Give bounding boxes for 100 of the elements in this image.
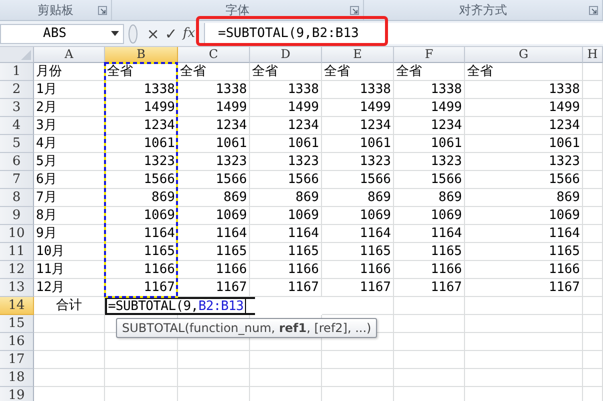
- ribbon-group-label: 对齐方式: [459, 2, 507, 18]
- dropdown-caret-icon[interactable]: [111, 31, 119, 36]
- table-cell: 1323: [144, 154, 175, 169]
- empty-cell: [322, 351, 394, 369]
- empty-cell: [583, 369, 603, 387]
- table-cell: 1323: [360, 154, 391, 169]
- row-header[interactable]: 19: [0, 387, 34, 401]
- row-header[interactable]: 13: [0, 279, 34, 297]
- column-header[interactable]: D: [250, 47, 322, 63]
- row-header[interactable]: 16: [0, 333, 34, 351]
- table-cell: 全省: [324, 64, 350, 79]
- table-cell: 全省: [180, 64, 206, 79]
- table-cell: 869: [296, 190, 319, 205]
- table-cell: 1323: [216, 154, 247, 169]
- formula-input-field[interactable]: =SUBTOTAL(9,B2:B13: [204, 23, 603, 44]
- table-cell: 1165: [216, 244, 247, 259]
- formula-bar-button[interactable]: ×: [144, 24, 162, 42]
- row-header[interactable]: 8: [0, 189, 34, 207]
- table-cell: 全省: [467, 64, 493, 79]
- column-header[interactable]: C: [178, 47, 250, 63]
- dialog-launcher-icon[interactable]: [350, 6, 359, 15]
- table-cell: 1164: [288, 226, 319, 241]
- column-header[interactable]: A: [34, 47, 105, 63]
- table-cell: 1069: [144, 208, 175, 223]
- table-cell: 1338: [548, 82, 580, 97]
- empty-cell: [583, 297, 603, 315]
- row-header[interactable]: 6: [0, 153, 34, 171]
- column-header[interactable]: E: [322, 47, 394, 63]
- resize-grip-icon[interactable]: [128, 24, 138, 44]
- empty-cell: [583, 333, 603, 351]
- table-cell: 869: [556, 190, 580, 205]
- table-cell: 1069: [216, 208, 247, 223]
- table-cell: 1061: [430, 136, 462, 151]
- row-header[interactable]: 11: [0, 243, 34, 261]
- table-cell: 1566: [288, 172, 319, 187]
- table-cell: 1338: [360, 82, 391, 97]
- table-cell: 1166: [430, 262, 462, 277]
- table-cell: 1166: [288, 262, 319, 277]
- table-cell: 1069: [548, 208, 580, 223]
- row-header[interactable]: 1: [0, 63, 34, 81]
- table-cell: 1165: [144, 244, 175, 259]
- empty-cell: [178, 369, 250, 387]
- table-cell: 8月: [36, 208, 57, 223]
- row-header[interactable]: 18: [0, 369, 34, 387]
- formula-bar-button[interactable]: fx: [180, 26, 198, 41]
- row-header[interactable]: 10: [0, 225, 34, 243]
- table-cell: 月份: [36, 64, 62, 79]
- table-cell: 1164: [144, 226, 175, 241]
- table-cell: 869: [224, 190, 247, 205]
- row-header[interactable]: 15: [0, 315, 34, 333]
- table-cell: 1164: [548, 226, 580, 241]
- table-cell: 1234: [360, 118, 391, 133]
- table-cell: 1069: [430, 208, 462, 223]
- table-cell: 1234: [548, 118, 580, 133]
- row-header[interactable]: 5: [0, 135, 34, 153]
- table-cell: 1167: [548, 280, 580, 295]
- table-cell: 1499: [548, 100, 580, 115]
- table-cell: 1061: [548, 136, 580, 151]
- row-header[interactable]: 3: [0, 99, 34, 117]
- column-header[interactable]: F: [394, 47, 465, 63]
- table-cell: 1165: [430, 244, 462, 259]
- table-cell: 合计: [56, 298, 82, 313]
- name-box[interactable]: ABS: [0, 24, 124, 44]
- dialog-launcher-icon[interactable]: [98, 6, 107, 15]
- table-cell: 1338: [144, 82, 175, 97]
- row-header[interactable]: 4: [0, 117, 34, 135]
- row-header[interactable]: 17: [0, 351, 34, 369]
- table-cell: 11月: [36, 262, 65, 277]
- row-header[interactable]: 9: [0, 207, 34, 225]
- row-header[interactable]: 14: [0, 297, 34, 315]
- empty-cell: [394, 315, 465, 333]
- table-cell: 1167: [360, 280, 391, 295]
- table-cell: 1499: [144, 100, 175, 115]
- dialog-launcher-icon[interactable]: [589, 6, 598, 15]
- row-header[interactable]: 12: [0, 261, 34, 279]
- table-cell: 1499: [430, 100, 462, 115]
- table-cell: 1166: [548, 262, 580, 277]
- table-cell: 1338: [216, 82, 247, 97]
- table-cell: 1167: [216, 280, 247, 295]
- ribbon-group-label: 剪贴板: [38, 2, 74, 18]
- table-cell: 1164: [360, 226, 391, 241]
- table-cell: 1234: [216, 118, 247, 133]
- table-cell: 1165: [288, 244, 319, 259]
- table-cell: 1566: [548, 172, 580, 187]
- table-cell: 1566: [216, 172, 247, 187]
- column-header[interactable]: B: [105, 47, 178, 63]
- row-header[interactable]: 2: [0, 81, 34, 99]
- table-cell: 1月: [36, 82, 57, 97]
- row-header[interactable]: 7: [0, 171, 34, 189]
- table-cell: 全省: [396, 64, 422, 79]
- table-cell: 1499: [216, 100, 247, 115]
- table-cell: 1338: [430, 82, 462, 97]
- table-cell: 6月: [36, 172, 57, 187]
- table-cell: 1061: [216, 136, 247, 151]
- formula-bar-button[interactable]: ✓: [162, 24, 180, 42]
- column-header[interactable]: H: [583, 47, 603, 63]
- column-header[interactable]: G: [465, 47, 583, 63]
- table-cell: 2月: [36, 100, 57, 115]
- table-cell: 全省: [107, 64, 133, 79]
- empty-cell: [250, 351, 322, 369]
